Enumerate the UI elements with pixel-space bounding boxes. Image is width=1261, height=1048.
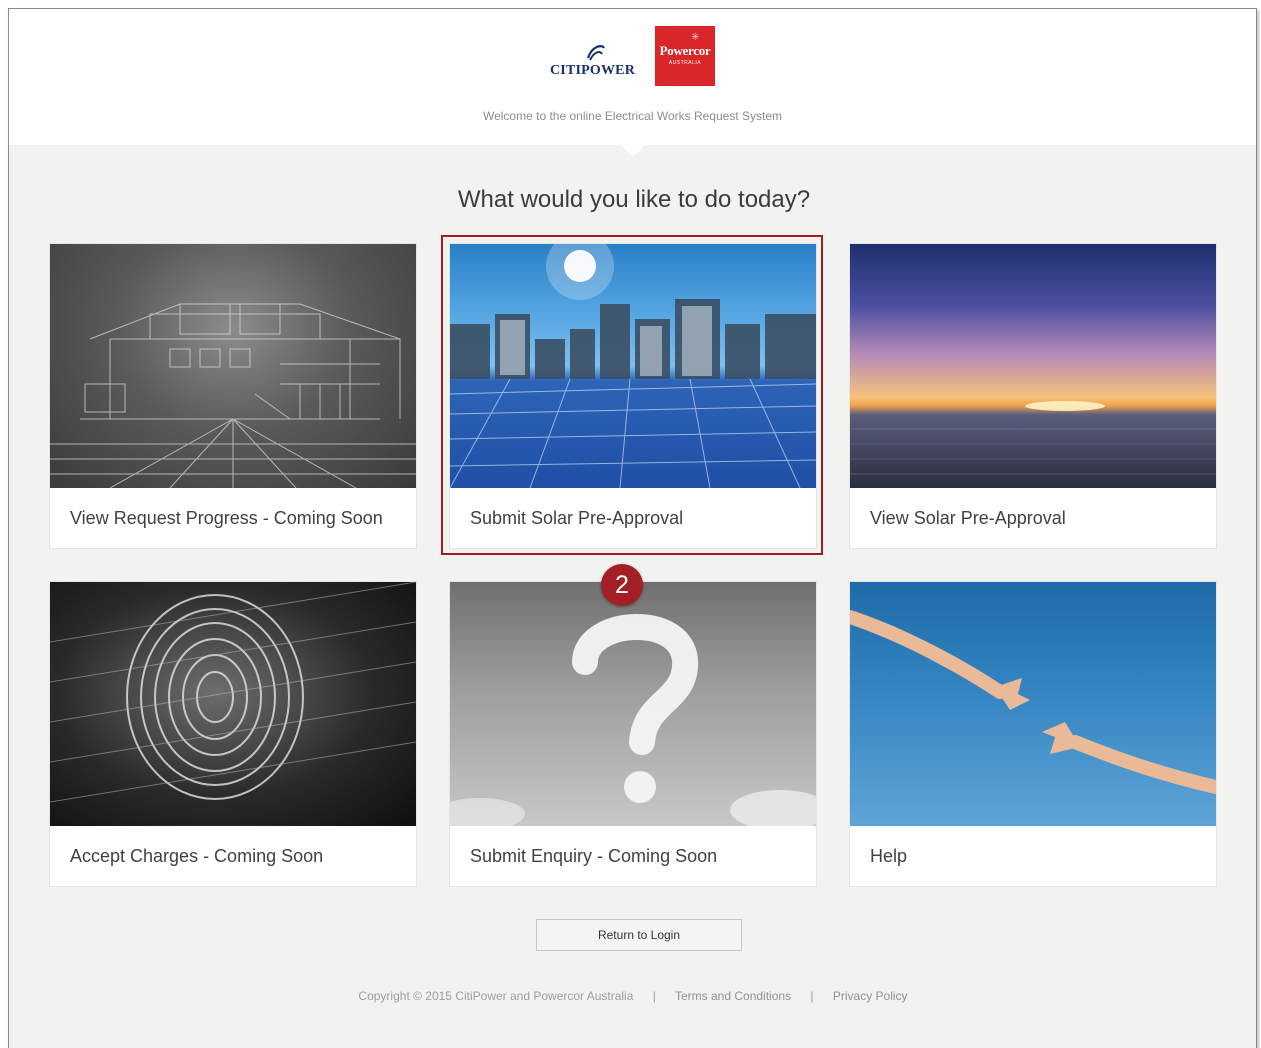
solar-panels-city-image	[450, 244, 816, 488]
powercor-logo-text: Powercor	[659, 43, 711, 58]
step-number-badge: 2	[601, 564, 643, 606]
tile-view-solar-pre-approval[interactable]: View Solar Pre-Approval	[849, 243, 1217, 549]
return-to-login-button[interactable]: Return to Login	[536, 919, 742, 951]
header-pointer	[621, 145, 645, 157]
sunset-sea-image	[850, 244, 1216, 488]
privacy-link[interactable]: Privacy Policy	[833, 989, 908, 1003]
citipower-logo-text: CITIPOWER	[550, 63, 636, 78]
fingerprint-image	[50, 582, 416, 826]
powercor-logo-subtext: AUSTRALIA	[668, 60, 702, 66]
tile-label: View Request Progress - Coming Soon	[70, 508, 383, 528]
cloud-question-mark-image	[450, 582, 816, 826]
citipower-swirl-icon	[586, 45, 605, 61]
tile-view-request-progress[interactable]: View Request Progress - Coming Soon	[49, 243, 417, 549]
page-frame: CITIPOWER ✳ Powercor AUSTRALIA Welcome t…	[8, 8, 1257, 1048]
tile-label: Help	[870, 846, 908, 866]
welcome-text: Welcome to the online Electrical Works R…	[482, 109, 782, 123]
reaching-hands-image	[850, 582, 1216, 826]
spark-icon: ✳	[691, 32, 700, 43]
tile-label: Submit Enquiry - Coming Soon	[470, 846, 718, 866]
powercor-logo: ✳ Powercor AUSTRALIA	[655, 26, 715, 86]
copyright-text: Copyright © 2015 CitiPower and Powercor …	[358, 989, 634, 1003]
tile-label: Accept Charges - Coming Soon	[70, 846, 324, 866]
footer: Copyright © 2015 CitiPower and Powercor …	[9, 989, 1256, 1003]
tile-accept-charges[interactable]: Accept Charges - Coming Soon	[49, 581, 417, 887]
tile-help[interactable]: Help	[849, 581, 1217, 887]
tile-label: View Solar Pre-Approval	[870, 508, 1066, 528]
tile-label: Submit Solar Pre-Approval	[470, 508, 684, 528]
page-question: What would you like to do today?	[457, 186, 811, 213]
header: CITIPOWER ✳ Powercor AUSTRALIA Welcome t…	[9, 9, 1256, 145]
tile-submit-enquiry[interactable]: Submit Enquiry - Coming Soon	[449, 581, 817, 887]
footer-separator: |	[652, 989, 656, 1003]
terms-link[interactable]: Terms and Conditions	[675, 989, 791, 1003]
citipower-logo: CITIPOWER	[550, 42, 636, 82]
footer-separator: |	[810, 989, 814, 1003]
wireframe-house-image	[50, 244, 416, 488]
tile-submit-solar-pre-approval[interactable]: Submit Solar Pre-Approval	[449, 243, 817, 549]
